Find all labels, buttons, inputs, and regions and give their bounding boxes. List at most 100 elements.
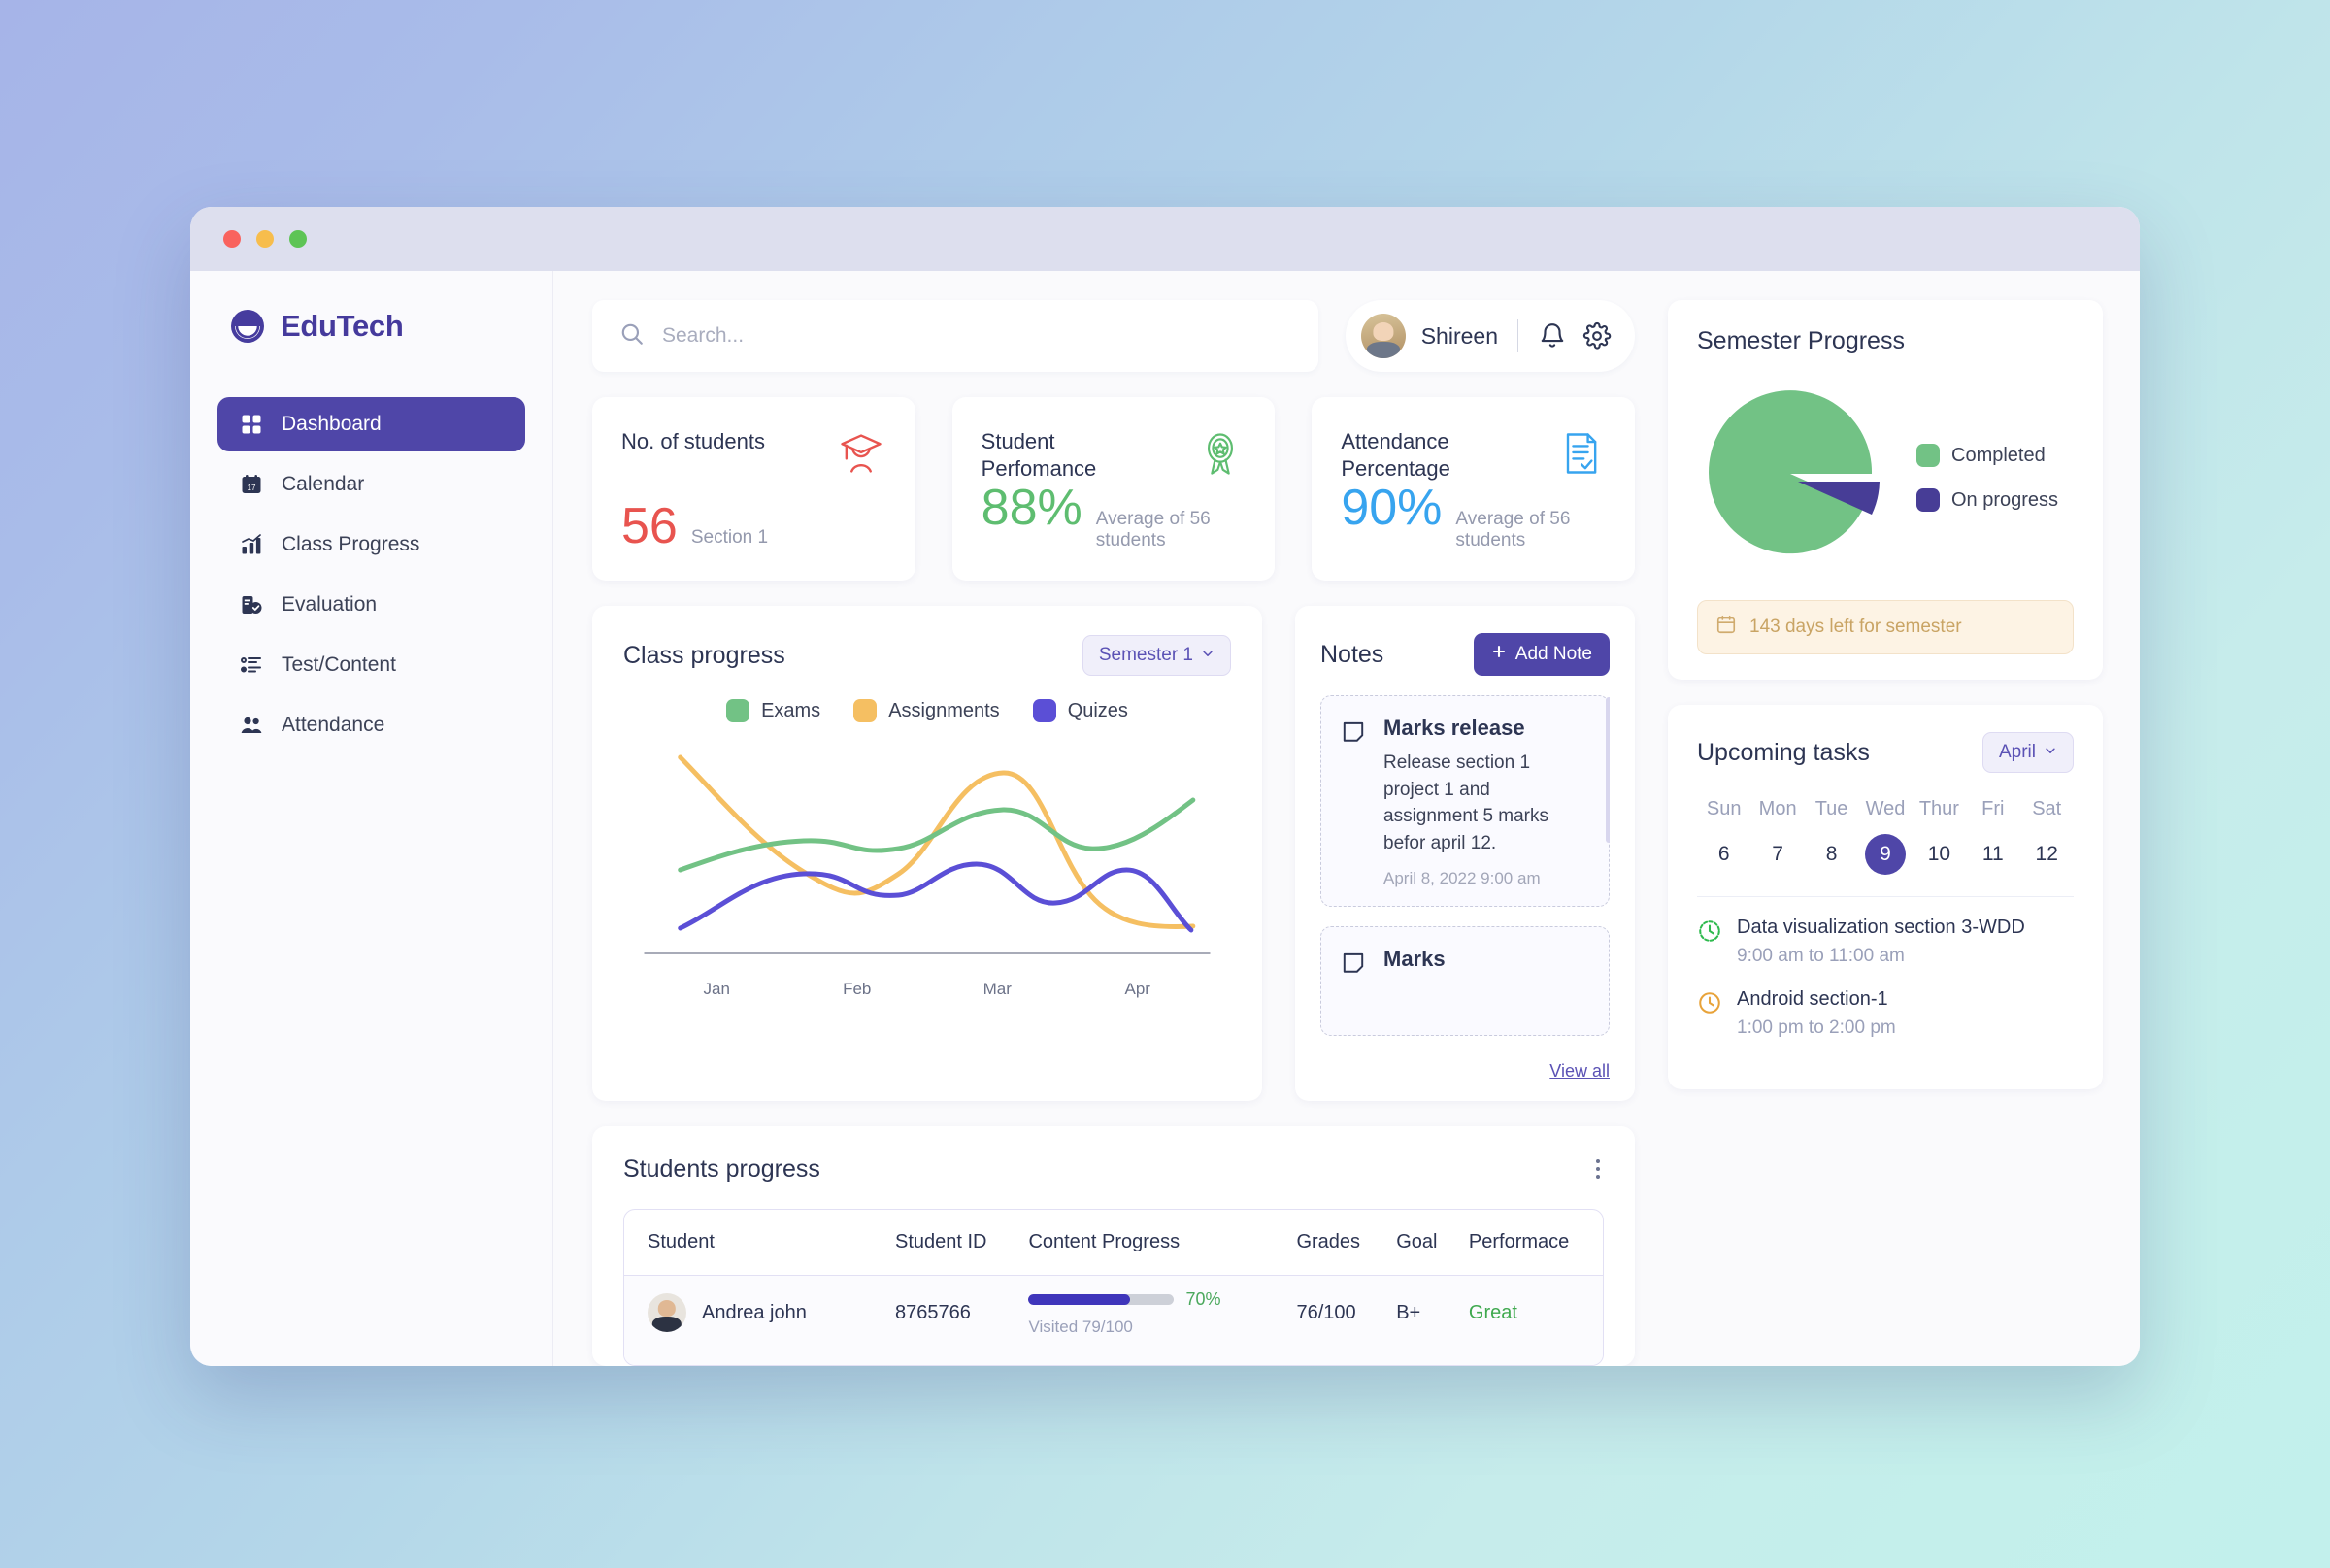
note-icon [1341,950,1368,977]
pie-chart [1709,390,1880,555]
cell-grades: 32/100 [1286,1351,1386,1365]
note-item[interactable]: Marks release Release section 1 project … [1320,695,1610,907]
calendar-day[interactable]: 12 [2020,834,2074,875]
stat-title-line2: Percentage [1341,456,1450,482]
note-item[interactable]: Marks [1320,925,1610,1036]
stat-value: 90% [1341,480,1443,537]
profile-name: Shireen [1420,322,1498,349]
cell-grades: 76/100 [1296,1301,1356,1323]
line-chart [644,754,1211,955]
brand: EduTech [217,308,525,345]
visited-text: Visited 79/100 [1028,1317,1133,1336]
calendar-day-selected[interactable]: 9 [1858,834,1912,875]
clipboard-check-icon [239,592,264,617]
table-body: Andrea john 8765766 70% Visited 79/100 7… [624,1275,1603,1366]
sidebar-item-test-content[interactable]: Test/Content [217,638,525,692]
sidebar: EduTech Dashboard 17 Calendar Class Prog… [190,271,553,1366]
cell-performance: Great [1468,1301,1517,1323]
window-close-button[interactable] [223,230,241,248]
weekday-label: Mon [1758,798,1797,819]
view-all-notes-link[interactable]: View all [1320,1061,1610,1082]
cell-content-progress: 20% Visited 21/100 [1018,1351,1286,1366]
calendar-day[interactable]: 7 [1750,834,1804,875]
cell-student-id: 8767786 [885,1351,1018,1365]
card-title: Class progress [623,641,785,669]
x-tick-label: Apr [1124,980,1150,999]
user-profile-pill[interactable]: Shireen [1345,300,1635,372]
browser-window: EduTech Dashboard 17 Calendar Class Prog… [190,207,2140,1366]
column-header: Student [624,1209,885,1276]
sidebar-item-evaluation[interactable]: Evaluation [217,578,525,632]
legend-label: Assignments [888,699,1000,721]
legend-swatch [1916,488,1940,512]
main-content: Shireen [553,271,2140,1366]
plus-icon [1491,644,1507,665]
stat-title-line2: Perfomance [981,456,1097,482]
days-left-badge: 143 days left for semester [1697,600,2074,654]
search-input[interactable] [662,324,1291,348]
calendar-day-number: 12 [2035,843,2058,865]
card-title: Semester Progress [1697,327,1905,354]
bar-chart-icon [239,532,264,557]
calendar-icon [1715,614,1737,641]
cell-student-id: 8765766 [895,1301,971,1323]
sidebar-item-label: Test/Content [282,653,396,676]
chevron-down-icon [1201,645,1215,666]
x-tick-label: Mar [982,980,1012,999]
legend-item: On progress [1916,488,2058,512]
stat-title-line1: Student [981,429,1055,453]
sidebar-item-dashboard[interactable]: Dashboard [217,397,525,451]
legend-swatch [726,699,750,723]
sidebar-item-class-progress[interactable]: Class Progress [217,517,525,572]
window-maximize-button[interactable] [289,230,307,248]
task-item[interactable]: Android section-1 1:00 pm to 2:00 pm [1697,988,2074,1039]
legend-label: Exams [761,699,821,721]
calendar-day[interactable]: 8 [1805,834,1858,875]
divider [1697,896,2074,897]
notes-list: Marks release Release section 1 project … [1320,695,1610,1054]
calendar-week-row: 6 7 8 9 10 11 12 [1697,834,2074,875]
table-row[interactable]: Andrea john 8765766 70% Visited 79/100 7… [624,1275,1603,1351]
student-name: Andrea john [702,1301,807,1323]
note-icon [1341,718,1368,746]
gear-icon[interactable] [1582,321,1612,350]
graduation-cap-icon [836,428,886,479]
document-check-icon [1555,428,1606,479]
bell-icon[interactable] [1538,321,1567,350]
calendar-day[interactable]: 11 [1966,834,2019,875]
window-minimize-button[interactable] [256,230,274,248]
weekday-label: Wed [1865,798,1906,819]
cell-content-progress: 70% Visited 79/100 [1018,1275,1286,1351]
add-note-button[interactable]: Add Note [1473,633,1610,677]
progress-percent: 70% [1185,1288,1221,1309]
task-time: 1:00 pm to 2:00 pm [1737,1018,1896,1038]
semester-selector[interactable]: Semester 1 [1082,635,1231,677]
search-bar[interactable] [592,300,1318,372]
stat-title-line1: Attendance [1341,429,1449,453]
sidebar-item-label: Calendar [282,473,365,495]
card-title: Students progress [623,1154,820,1183]
grid-icon [239,412,264,437]
month-selector[interactable]: April [1981,732,2074,773]
legend-label: Quizes [1067,699,1128,721]
sidebar-item-attendance[interactable]: Attendance [217,698,525,752]
x-tick-label: Feb [843,980,872,999]
table-row[interactable]: Decca Thomas 8767786 20% [624,1351,1603,1366]
days-left-text: 143 days left for semester [1749,617,1962,637]
weekday-label: Tue [1814,798,1848,819]
month-selector-label: April [1998,742,2036,762]
weekday-label: Sun [1706,798,1742,819]
calendar-day-number: 11 [1981,843,2004,865]
note-title: Marks [1383,946,1446,971]
progress-bar [1028,1293,1175,1305]
task-item[interactable]: Data visualization section 3-WDD 9:00 am… [1697,917,2074,967]
calendar-day[interactable]: 10 [1913,834,1966,875]
notes-scrollbar[interactable] [1606,697,1610,844]
more-vertical-icon[interactable] [1592,1155,1604,1183]
cell-goal: D [1386,1351,1459,1365]
sidebar-item-label: Dashboard [282,413,382,435]
task-name: Android section-1 [1737,988,1888,1010]
edutech-logo-icon [229,308,266,345]
sidebar-item-calendar[interactable]: 17 Calendar [217,457,525,512]
calendar-day[interactable]: 6 [1697,834,1750,875]
